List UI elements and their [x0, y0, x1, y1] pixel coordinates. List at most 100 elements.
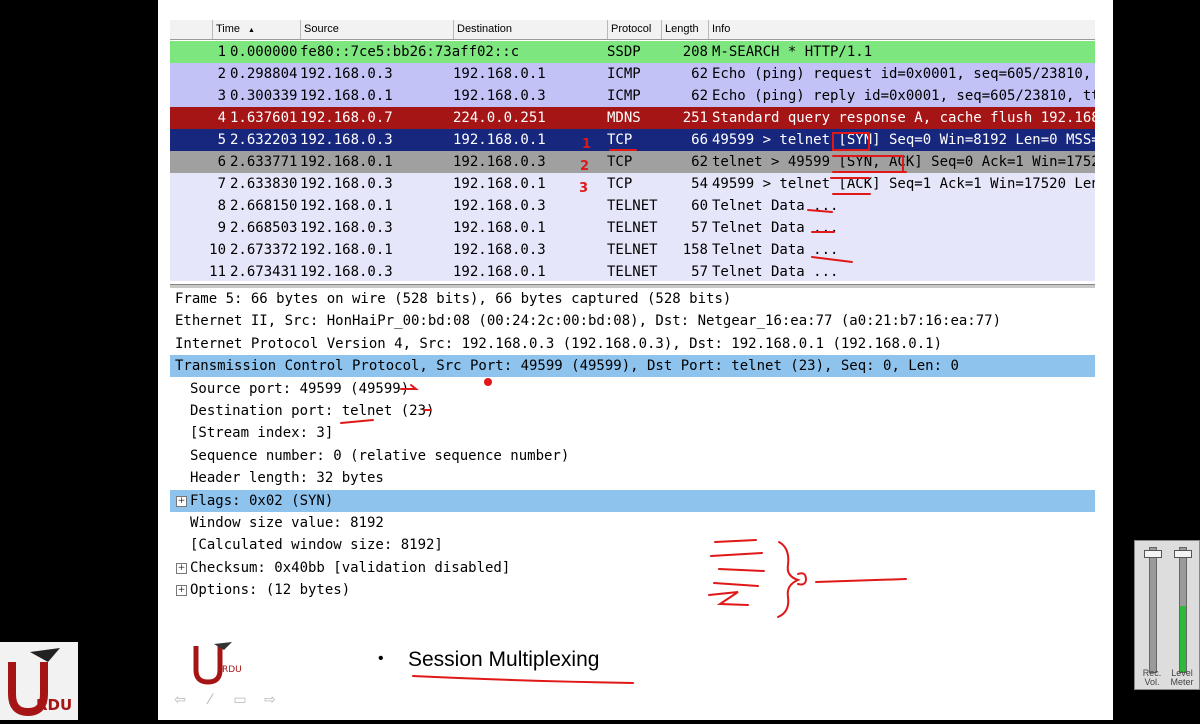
packet-no: 3 — [217, 88, 226, 104]
detail-text: Ethernet II, Src: HonHaiPr_00:bd:08 (00:… — [175, 313, 1002, 330]
packet-length: 62 — [691, 154, 708, 170]
level-meter-track — [1174, 547, 1192, 673]
expand-icon[interactable]: + — [176, 585, 187, 597]
packet-length: 54 — [691, 176, 708, 192]
packet-source: 192.168.0.3 — [300, 66, 393, 82]
packet-protocol: ICMP — [607, 66, 641, 82]
column-info[interactable]: Info — [708, 20, 1095, 39]
packet-row[interactable]: 9 2.668503 192.168.0.3 192.168.0.1 TELNET 57 T… — [170, 217, 1095, 239]
packet-destination: 192.168.0.1 — [453, 264, 546, 280]
packet-no: 10 — [209, 242, 226, 258]
packet-row[interactable]: 8 2.668150 192.168.0.1 192.168.0.3 TELNET 60 T… — [170, 195, 1095, 217]
column-protocol[interactable]: Protocol — [607, 20, 661, 39]
slides-menu-icon[interactable]: ▭ — [230, 692, 250, 708]
detail-row[interactable]: Ethernet II, Src: HonHaiPr_00:bd:08 (00:… — [170, 310, 1095, 332]
detail-text: Internet Protocol Version 4, Src: 192.16… — [175, 335, 943, 352]
detail-row[interactable]: Destination port: telnet (23) — [170, 400, 1095, 422]
rec-volume-track[interactable] — [1144, 547, 1162, 673]
detail-row[interactable]: Transmission Control Protocol, Src Port:… — [170, 355, 1095, 378]
packet-time: 1.637601 — [230, 110, 298, 126]
expand-icon[interactable]: + — [176, 562, 187, 574]
packet-length: 62 — [691, 66, 708, 82]
column-time[interactable]: Time ▲ — [212, 20, 300, 39]
packet-length: 62 — [691, 88, 708, 104]
packet-time: 2.633771 — [230, 154, 298, 170]
packet-info: Echo (ping) reply id=0x0001, seq=605/238… — [712, 88, 1095, 104]
packet-row[interactable]: 10 2.673372 192.168.0.1 192.168.0.3 TELNET 15… — [170, 239, 1095, 261]
packet-destination: 192.168.0.1 — [453, 176, 546, 192]
packet-row[interactable]: 5 2.632203 192.168.0.3 192.168.0.1 TCP 66 4959… — [170, 129, 1095, 151]
rec-volume-knob[interactable] — [1144, 550, 1162, 558]
packet-no: 5 — [217, 132, 226, 148]
packet-source: fe80::7ce5:bb26:73aff02::c — [300, 44, 520, 60]
packet-info: 49599 > telnet [ACK] Seq=1 Ack=1 Win=175… — [712, 176, 1095, 192]
packet-row[interactable]: 2 0.298804 192.168.0.3 192.168.0.1 ICMP 62 Ech… — [170, 63, 1095, 85]
packet-protocol: TELNET — [607, 220, 658, 236]
packet-time: 2.668150 — [230, 198, 298, 214]
packet-destination: 192.168.0.3 — [453, 154, 546, 170]
packet-protocol: TELNET — [607, 264, 658, 280]
packet-time: 2.668503 — [230, 220, 298, 236]
next-slide-icon[interactable]: ⇨ — [260, 692, 280, 708]
pen-icon[interactable]: ⁄ — [200, 692, 220, 708]
detail-text: Frame 5: 66 bytes on wire (528 bits), 66… — [175, 291, 732, 307]
packet-no: 4 — [217, 110, 226, 126]
packet-source: 192.168.0.1 — [300, 198, 393, 214]
packet-row[interactable]: 6 2.633771 192.168.0.1 192.168.0.3 TCP 62 teln… — [170, 151, 1095, 173]
column-no[interactable] — [170, 20, 212, 39]
packet-info: Telnet Data ... — [712, 264, 839, 280]
level-meter-knob — [1174, 550, 1192, 558]
packet-time: 0.000000 — [230, 44, 298, 60]
packet-destination: 192.168.0.3 — [453, 198, 546, 214]
detail-row[interactable]: Frame 5: 66 bytes on wire (528 bits), 66… — [170, 288, 1095, 310]
packet-info: Telnet Data ... — [712, 242, 839, 258]
detail-text: Sequence number: 0 (relative sequence nu… — [190, 447, 570, 464]
bullet-underline — [412, 675, 634, 684]
detail-row[interactable]: Window size value: 8192 — [170, 512, 1095, 534]
detail-row[interactable]: Source port: 49599 (49599) — [170, 378, 1095, 400]
bullet-text: Session Multiplexing — [408, 648, 600, 671]
packet-length: 57 — [691, 264, 708, 280]
packet-protocol: ICMP — [607, 88, 641, 104]
packet-time: 0.300339 — [230, 88, 298, 104]
detail-row[interactable]: + Options: (12 bytes) — [170, 579, 1095, 601]
packet-source: 192.168.0.1 — [300, 88, 393, 104]
packet-destination: 224.0.0.251 — [453, 110, 546, 126]
detail-row[interactable]: Sequence number: 0 (relative sequence nu… — [170, 445, 1095, 467]
detail-row[interactable]: + Checksum: 0x40bb [validation disabled] — [170, 557, 1095, 579]
audio-meter: Rec. Vol. Level Meter — [1134, 540, 1200, 690]
packet-destination: 192.168.0.1 — [453, 66, 546, 82]
prev-slide-icon[interactable]: ⇦ — [170, 692, 190, 708]
packet-info: Standard query response A, cache flush 1… — [712, 110, 1095, 126]
packet-protocol: TCP — [607, 132, 633, 148]
detail-row[interactable]: [Calculated window size: 8192] — [170, 534, 1095, 556]
packet-row[interactable]: 4 1.637601 192.168.0.7 224.0.0.251 MDNS 251 St… — [170, 107, 1095, 129]
packet-time: 2.673372 — [230, 242, 298, 258]
packet-length: 208 — [682, 44, 708, 60]
detail-text: Window size value: 8192 — [190, 515, 384, 531]
packet-protocol: TELNET — [607, 242, 658, 258]
column-source[interactable]: Source — [300, 20, 453, 39]
packet-row[interactable]: 7 2.633830 192.168.0.3 192.168.0.1 TCP 54 4959… — [170, 173, 1095, 195]
column-length[interactable]: Length — [661, 20, 708, 39]
packet-length: 251 — [682, 110, 708, 126]
packet-length: 57 — [691, 220, 708, 236]
detail-text: [Calculated window size: 8192] — [190, 537, 443, 554]
level-meter-label: Level Meter — [1170, 668, 1194, 687]
column-destination[interactable]: Destination — [453, 20, 607, 39]
packet-row[interactable]: 1 0.000000 fe80::7ce5:bb26:73aff02::c SSDP 2… — [170, 41, 1095, 63]
packet-time: 2.633830 — [230, 176, 298, 192]
packet-no: 1 — [217, 44, 226, 60]
packet-source: 192.168.0.3 — [300, 176, 393, 192]
logo-left: RDU — [0, 642, 78, 720]
detail-row[interactable]: Header length: 32 bytes — [170, 467, 1095, 489]
detail-text: Header length: 32 bytes — [190, 470, 384, 487]
detail-row[interactable]: [Stream index: 3] — [170, 422, 1095, 444]
packet-list-header: Time ▲ Source Destination Protocol Length… — [170, 20, 1095, 40]
packet-row[interactable]: 11 2.673431 192.168.0.3 192.168.0.1 TELNET 57… — [170, 261, 1095, 281]
expand-icon[interactable]: + — [176, 495, 187, 507]
packet-row[interactable]: 3 0.300339 192.168.0.1 192.168.0.3 ICMP 62 Ech… — [170, 85, 1095, 107]
slide: Time ▲ Source Destination Protocol Length… — [158, 0, 1113, 720]
detail-row[interactable]: + Flags: 0x02 (SYN) — [170, 489, 1095, 512]
detail-row[interactable]: Internet Protocol Version 4, Src: 192.16… — [170, 333, 1095, 355]
